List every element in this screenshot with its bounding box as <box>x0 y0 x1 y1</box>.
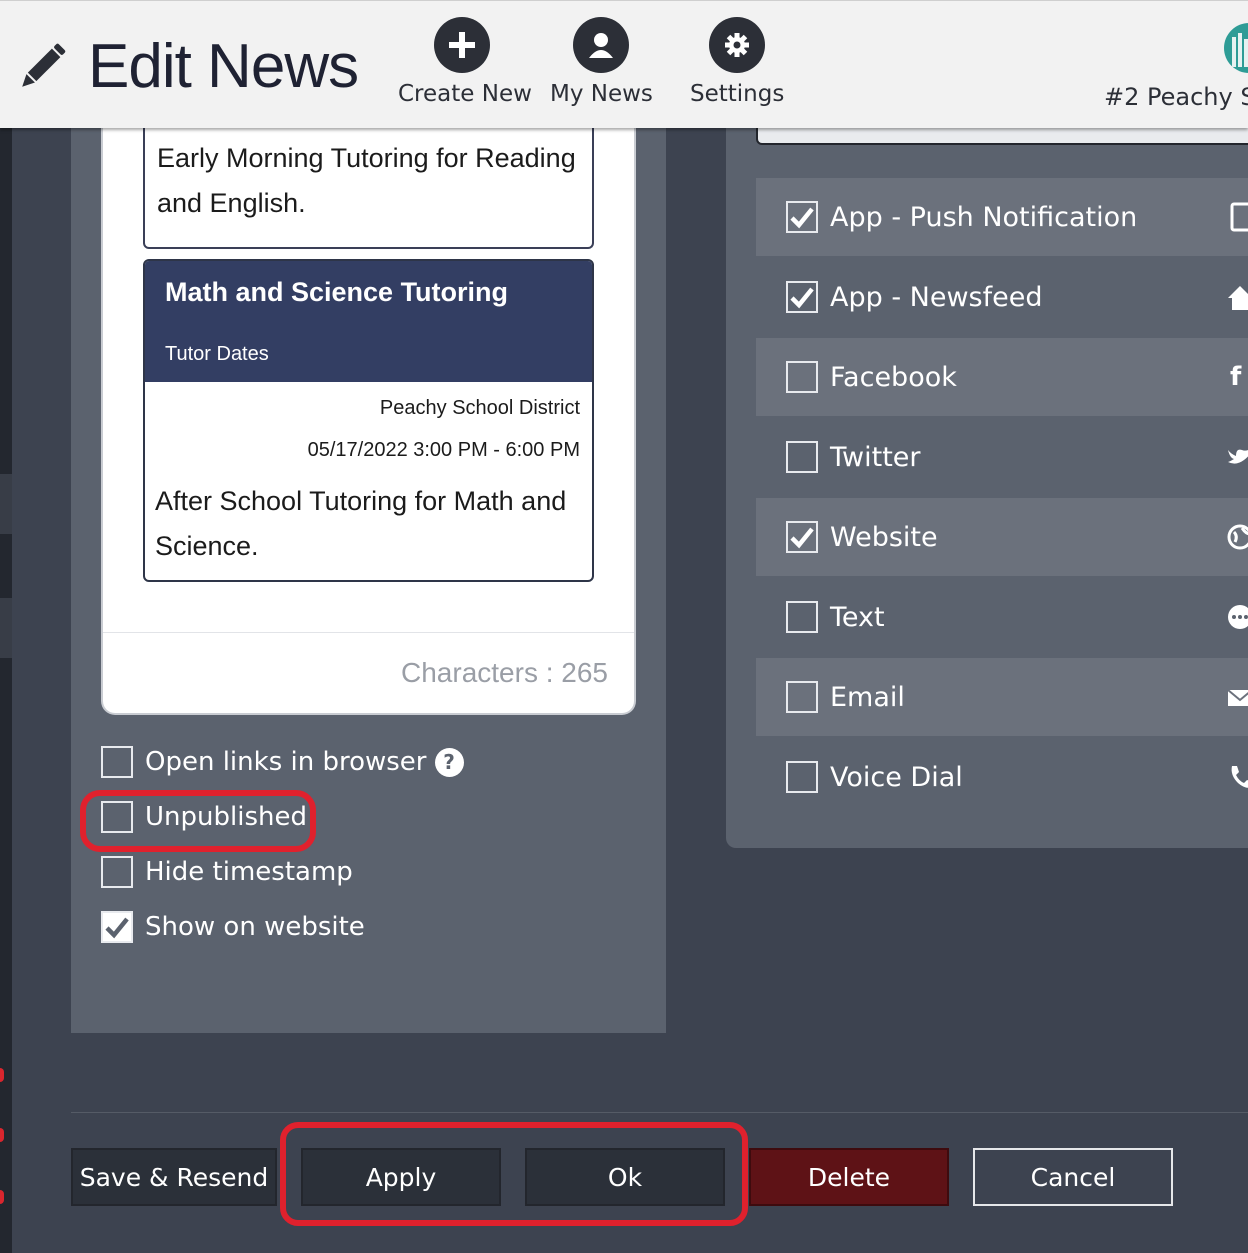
left-edge-strip <box>0 128 12 1253</box>
org-name[interactable]: #2 Peachy Sc <box>1104 83 1248 111</box>
check-icon <box>790 287 814 309</box>
channel-text[interactable]: Text <box>756 578 1248 656</box>
annotation-highlight <box>280 1122 748 1226</box>
home-icon <box>1228 286 1248 310</box>
facebook-icon: f <box>1230 362 1242 392</box>
show-on-website-checkbox[interactable] <box>101 911 133 943</box>
facebook-checkbox[interactable] <box>786 361 818 393</box>
delete-button[interactable]: Delete <box>749 1148 949 1206</box>
push-notification-checkbox[interactable] <box>786 201 818 233</box>
left-strip-marker <box>0 1190 4 1204</box>
news-card: Early Morning Tutoring for Reading and E… <box>143 118 594 249</box>
globe-icon <box>1227 524 1248 550</box>
channel-label: Email <box>830 681 905 713</box>
phone-handset-icon <box>1231 766 1248 788</box>
website-checkbox[interactable] <box>786 521 818 553</box>
settings-label: Settings <box>690 81 785 107</box>
left-strip-marker <box>0 1068 4 1082</box>
channel-email[interactable]: Email <box>756 658 1248 736</box>
open-links-label: Open links in browser <box>145 747 427 777</box>
org-logo[interactable] <box>1224 23 1248 73</box>
left-strip-block <box>0 474 12 534</box>
chat-icon <box>1228 605 1248 629</box>
text-checkbox[interactable] <box>786 601 818 633</box>
channel-facebook[interactable]: Facebook f <box>756 338 1248 416</box>
card-body-text: Early Morning Tutoring for Reading and E… <box>157 143 576 218</box>
check-icon <box>790 207 814 229</box>
card-subtitle: Tutor Dates <box>165 343 269 365</box>
channel-newsfeed[interactable]: App - Newsfeed <box>756 258 1248 336</box>
twitter-checkbox[interactable] <box>786 441 818 473</box>
open-links-checkbox[interactable] <box>101 746 133 778</box>
channel-label: Text <box>830 601 885 633</box>
preview-divider <box>103 632 634 633</box>
settings-button[interactable]: Settings <box>690 17 784 107</box>
card-header: Math and Science Tutoring Tutor Dates <box>145 261 592 382</box>
channel-label: Twitter <box>830 441 921 473</box>
hide-timestamp-checkbox[interactable] <box>101 856 133 888</box>
right-top-box <box>756 128 1248 145</box>
channel-label: App - Newsfeed <box>830 281 1043 313</box>
footer-divider <box>71 1112 1248 1113</box>
gear-icon <box>709 17 765 73</box>
twitter-icon <box>1228 449 1248 464</box>
annotation-highlight <box>80 790 316 852</box>
left-strip-marker <box>0 1128 4 1142</box>
pencil-icon <box>22 43 66 87</box>
character-count: Characters : 265 <box>401 657 608 688</box>
help-icon[interactable]: ? <box>434 747 464 777</box>
channel-push-notification[interactable]: App - Push Notification <box>756 178 1248 256</box>
page-title: Edit News <box>88 32 359 101</box>
channel-label: Facebook <box>830 361 957 393</box>
channel-voice-dial[interactable]: Voice Dial <box>756 738 1248 816</box>
card-organization: Peachy School District <box>379 397 580 419</box>
channel-twitter[interactable]: Twitter <box>756 418 1248 496</box>
channel-label: Voice Dial <box>830 761 963 793</box>
card-title: Math and Science Tutoring <box>165 277 509 307</box>
card-date: 05/17/2022 3:00 PM - 6:00 PM <box>307 439 580 461</box>
voice-dial-checkbox[interactable] <box>786 761 818 793</box>
save-resend-button[interactable]: Save & Resend <box>71 1148 277 1206</box>
channel-website[interactable]: Website <box>756 498 1248 576</box>
create-new-label: Create New <box>398 81 532 107</box>
newsfeed-checkbox[interactable] <box>786 281 818 313</box>
check-icon <box>790 527 814 549</box>
news-card: Math and Science Tutoring Tutor Dates Pe… <box>143 259 594 582</box>
phone-icon <box>1230 202 1248 232</box>
channel-label: App - Push Notification <box>830 201 1138 233</box>
cancel-button[interactable]: Cancel <box>973 1148 1173 1206</box>
my-news-label: My News <box>550 81 653 107</box>
envelope-icon <box>1227 689 1248 706</box>
channel-label: Website <box>830 521 938 553</box>
top-header: Edit News Create New My News Settings #2… <box>0 0 1248 128</box>
my-news-button[interactable]: My News <box>550 17 653 107</box>
plus-icon <box>434 17 490 73</box>
hide-timestamp-option[interactable]: Hide timestamp <box>101 855 353 889</box>
left-strip-block <box>0 598 12 658</box>
card-body-text: After School Tutoring for Math and Scien… <box>155 486 567 561</box>
show-on-website-label: Show on website <box>145 912 365 942</box>
create-new-button[interactable]: Create New <box>398 17 532 107</box>
email-checkbox[interactable] <box>786 681 818 713</box>
open-links-option[interactable]: Open links in browser ? <box>101 745 464 779</box>
check-icon <box>105 917 129 939</box>
show-on-website-option[interactable]: Show on website <box>101 910 365 944</box>
hide-timestamp-label: Hide timestamp <box>145 857 353 887</box>
user-icon <box>573 17 629 73</box>
